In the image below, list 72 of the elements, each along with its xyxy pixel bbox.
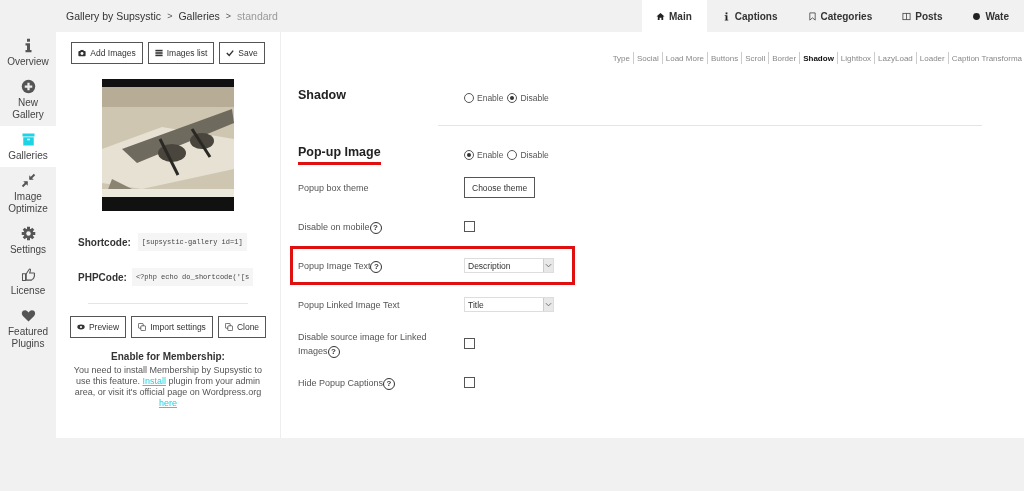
sidebar-item[interactable]: Settings bbox=[0, 220, 56, 261]
breadcrumb-item[interactable]: Gallery by Supsystic bbox=[66, 10, 162, 22]
action-button[interactable]: Preview bbox=[69, 316, 127, 338]
subnav-link[interactable]: Loader bbox=[919, 53, 945, 63]
code-label: Shortcode: bbox=[78, 236, 131, 248]
action-button[interactable]: Import settings bbox=[131, 316, 213, 338]
box-icon bbox=[20, 132, 36, 147]
breadcrumb-separator: > bbox=[225, 11, 232, 21]
compress-icon bbox=[20, 173, 36, 188]
radio-option[interactable]: Disable bbox=[507, 93, 549, 103]
radio-option[interactable]: Disable bbox=[507, 150, 549, 160]
subnav-link[interactable]: Border bbox=[772, 53, 797, 63]
action-button[interactable]: Clone bbox=[217, 316, 267, 338]
radio-option[interactable]: Enable bbox=[464, 150, 504, 160]
thumbs-up-icon bbox=[20, 267, 36, 282]
option-label: Popup box theme bbox=[298, 181, 369, 195]
tab[interactable]: Wate bbox=[957, 0, 1024, 32]
camera-icon bbox=[78, 49, 87, 57]
toolbar-button[interactable]: Save bbox=[219, 42, 265, 64]
bookmark-icon bbox=[807, 11, 817, 21]
tab[interactable]: Categories bbox=[792, 0, 888, 32]
option-label: Hide Popup Captions ? bbox=[298, 375, 396, 390]
subnav-link[interactable]: Scroll bbox=[745, 53, 766, 63]
subnav-link[interactable]: Caption Transforma bbox=[951, 53, 1022, 63]
checkbox[interactable] bbox=[464, 338, 475, 349]
option-label: Popup Linked Image Text bbox=[298, 298, 400, 312]
subnav-link[interactable]: Lightbox bbox=[840, 53, 872, 63]
subnav-link[interactable]: Load More bbox=[665, 53, 704, 63]
subnav-link[interactable]: Social bbox=[636, 53, 659, 63]
breadcrumb-item: standard bbox=[237, 10, 278, 22]
sidebar-item[interactable]: Image Optimize bbox=[0, 167, 56, 220]
checkbox[interactable] bbox=[464, 221, 475, 232]
membership-title: Enable for Membership: bbox=[111, 351, 225, 362]
radio-option[interactable]: Enable bbox=[464, 93, 504, 103]
breadcrumb-item[interactable]: Galleries bbox=[178, 10, 220, 22]
tab[interactable]: Main bbox=[642, 0, 707, 32]
clone-icon bbox=[224, 323, 233, 331]
select-field[interactable]: Title bbox=[464, 297, 554, 312]
caret-icon bbox=[543, 298, 553, 311]
option-label: Disable source image for Linked Images ? bbox=[298, 330, 428, 358]
choose-theme-button[interactable]: Choose theme bbox=[464, 177, 536, 198]
tab[interactable]: Posts bbox=[887, 0, 958, 32]
plus-circle-icon bbox=[20, 79, 36, 94]
checkbox[interactable] bbox=[464, 377, 475, 388]
home-icon bbox=[656, 11, 665, 21]
check-icon bbox=[226, 49, 235, 57]
option-label: Disable on mobile ? bbox=[298, 219, 382, 234]
columns-icon bbox=[902, 11, 912, 21]
membership-text: You need to install Membership by Supsystic to use this feature. Install plugin from your admin area, or visit it's official page on Wordpress.org here bbox=[72, 365, 264, 409]
toolbar-button[interactable]: Add Images bbox=[71, 42, 143, 64]
sidebar-item[interactable]: New Gallery bbox=[0, 73, 56, 126]
sidebar-item[interactable]: Featured Plugins bbox=[0, 302, 56, 355]
sidebar-item[interactable]: Galleries bbox=[0, 126, 56, 167]
subnav-link[interactable]: Type bbox=[612, 53, 630, 63]
subnav-link[interactable]: Shadow bbox=[803, 53, 834, 63]
toolbar-button[interactable]: Images list bbox=[147, 42, 215, 64]
select-field[interactable]: Description bbox=[464, 258, 554, 273]
tab[interactable]: Captions bbox=[706, 0, 793, 32]
sidebar-item[interactable]: License bbox=[0, 261, 56, 302]
subnav-link[interactable]: Buttons bbox=[711, 53, 739, 63]
heart-icon bbox=[20, 308, 36, 323]
eye-icon bbox=[76, 323, 85, 331]
section-title: Pop-up Image bbox=[298, 145, 381, 165]
section-title: Shadow bbox=[298, 88, 346, 104]
caret-icon bbox=[543, 259, 553, 272]
sidebar-item[interactable]: Overview bbox=[0, 32, 56, 73]
list-icon bbox=[154, 49, 163, 57]
copy-icon bbox=[138, 323, 147, 331]
code-label: PHPCode: bbox=[78, 271, 127, 283]
subnav-link[interactable]: LazyLoad bbox=[878, 53, 913, 63]
breadcrumb-separator: > bbox=[167, 11, 173, 21]
option-label: Popup Image Text ? bbox=[298, 258, 383, 273]
